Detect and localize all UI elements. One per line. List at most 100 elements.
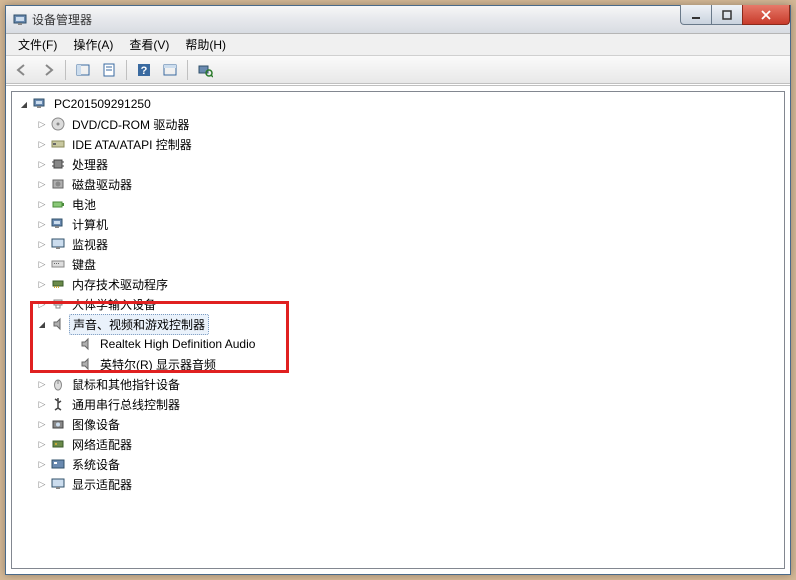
tree-category[interactable]: 声音、视频和游戏控制器 [12,314,784,334]
category-label: DVD/CD-ROM 驱动器 [69,115,192,134]
category-label: 显示适配器 [69,475,135,494]
device-label: Realtek High Definition Audio [97,336,258,352]
category-icon [50,276,66,292]
category-icon [50,256,66,272]
window-buttons [681,5,790,25]
tree-category[interactable]: 键盘 [12,254,784,274]
back-button[interactable] [10,59,34,81]
category-icon [50,396,66,412]
device-label: 英特尔(R) 显示器音频 [97,355,219,374]
category-label: 计算机 [69,215,111,234]
category-label: 人体学输入设备 [69,295,159,314]
device-tree[interactable]: PC201509291250 DVD/CD-ROM 驱动器IDE ATA/ATA… [11,91,785,569]
expander-icon[interactable] [36,298,48,310]
expander-icon[interactable] [36,378,48,390]
speaker-icon [78,356,94,372]
tree-category[interactable]: IDE ATA/ATAPI 控制器 [12,134,784,154]
window-title: 设备管理器 [32,11,92,28]
titlebar[interactable]: 设备管理器 [6,6,790,34]
expander-icon[interactable] [36,438,48,450]
category-label: 图像设备 [69,415,123,434]
menu-action[interactable]: 操作(A) [65,34,121,55]
category-icon [50,216,66,232]
tree-category[interactable]: 网络适配器 [12,434,784,454]
category-icon [50,176,66,192]
tree-category[interactable]: DVD/CD-ROM 驱动器 [12,114,784,134]
expander-icon[interactable] [36,398,48,410]
close-button[interactable] [742,5,790,25]
expander-icon[interactable] [18,98,30,110]
separator [126,60,127,80]
tree-category[interactable]: 通用串行总线控制器 [12,394,784,414]
tree-category[interactable]: 图像设备 [12,414,784,434]
scan-button[interactable] [193,59,217,81]
expander-icon[interactable] [36,238,48,250]
category-icon [50,236,66,252]
expander-icon [64,338,76,350]
category-icon [50,156,66,172]
category-label: 电池 [69,195,99,214]
expander-icon[interactable] [36,158,48,170]
device-manager-window: 设备管理器 文件(F) 操作(A) 查看(V) 帮助(H) [5,5,791,575]
category-label: 声音、视频和游戏控制器 [69,314,209,335]
tree-category[interactable]: 内存技术驱动程序 [12,274,784,294]
category-icon [50,136,66,152]
category-icon [50,416,66,432]
tree-root-label: PC201509291250 [51,96,154,112]
content-area: PC201509291250 DVD/CD-ROM 驱动器IDE ATA/ATA… [6,85,790,574]
menu-file[interactable]: 文件(F) [10,34,65,55]
expander-icon[interactable] [36,318,48,330]
category-icon [50,436,66,452]
help-button[interactable]: ? [132,59,156,81]
expander-icon[interactable] [36,198,48,210]
tree-category[interactable]: 计算机 [12,214,784,234]
tree-category[interactable]: 显示适配器 [12,474,784,494]
app-icon [12,12,28,28]
category-label: IDE ATA/ATAPI 控制器 [69,135,195,154]
show-hide-tree-button[interactable] [71,59,95,81]
tree-category[interactable]: 系统设备 [12,454,784,474]
category-icon [50,476,66,492]
expander-icon[interactable] [36,278,48,290]
tree-category[interactable]: 处理器 [12,154,784,174]
category-label: 内存技术驱动程序 [69,275,171,294]
computer-icon [32,96,48,112]
forward-button[interactable] [36,59,60,81]
category-label: 磁盘驱动器 [69,175,135,194]
category-label: 系统设备 [69,455,123,474]
separator [65,60,66,80]
category-icon [50,316,66,332]
expander-icon[interactable] [36,418,48,430]
maximize-button[interactable] [711,5,743,25]
minimize-button[interactable] [680,5,712,25]
category-label: 监视器 [69,235,111,254]
view-button[interactable] [158,59,182,81]
expander-icon[interactable] [36,258,48,270]
properties-button[interactable] [97,59,121,81]
tree-category[interactable]: 电池 [12,194,784,214]
tree-category[interactable]: 人体学输入设备 [12,294,784,314]
tree-root[interactable]: PC201509291250 [12,94,784,114]
svg-text:?: ? [141,65,148,77]
tree-device[interactable]: 英特尔(R) 显示器音频 [12,354,784,374]
toolbar: ? [6,56,790,84]
expander-icon[interactable] [36,138,48,150]
menu-view[interactable]: 查看(V) [121,34,177,55]
speaker-icon [78,336,94,352]
tree-category[interactable]: 监视器 [12,234,784,254]
menu-help[interactable]: 帮助(H) [177,34,234,55]
separator [187,60,188,80]
expander-icon[interactable] [36,478,48,490]
expander-icon[interactable] [36,178,48,190]
tree-device[interactable]: Realtek High Definition Audio [12,334,784,354]
expander-icon[interactable] [36,458,48,470]
menubar: 文件(F) 操作(A) 查看(V) 帮助(H) [6,34,790,56]
category-icon [50,376,66,392]
expander-icon[interactable] [36,118,48,130]
category-label: 鼠标和其他指针设备 [69,375,183,394]
expander-icon[interactable] [36,218,48,230]
tree-category[interactable]: 磁盘驱动器 [12,174,784,194]
tree-category[interactable]: 鼠标和其他指针设备 [12,374,784,394]
category-icon [50,196,66,212]
expander-icon [64,358,76,370]
